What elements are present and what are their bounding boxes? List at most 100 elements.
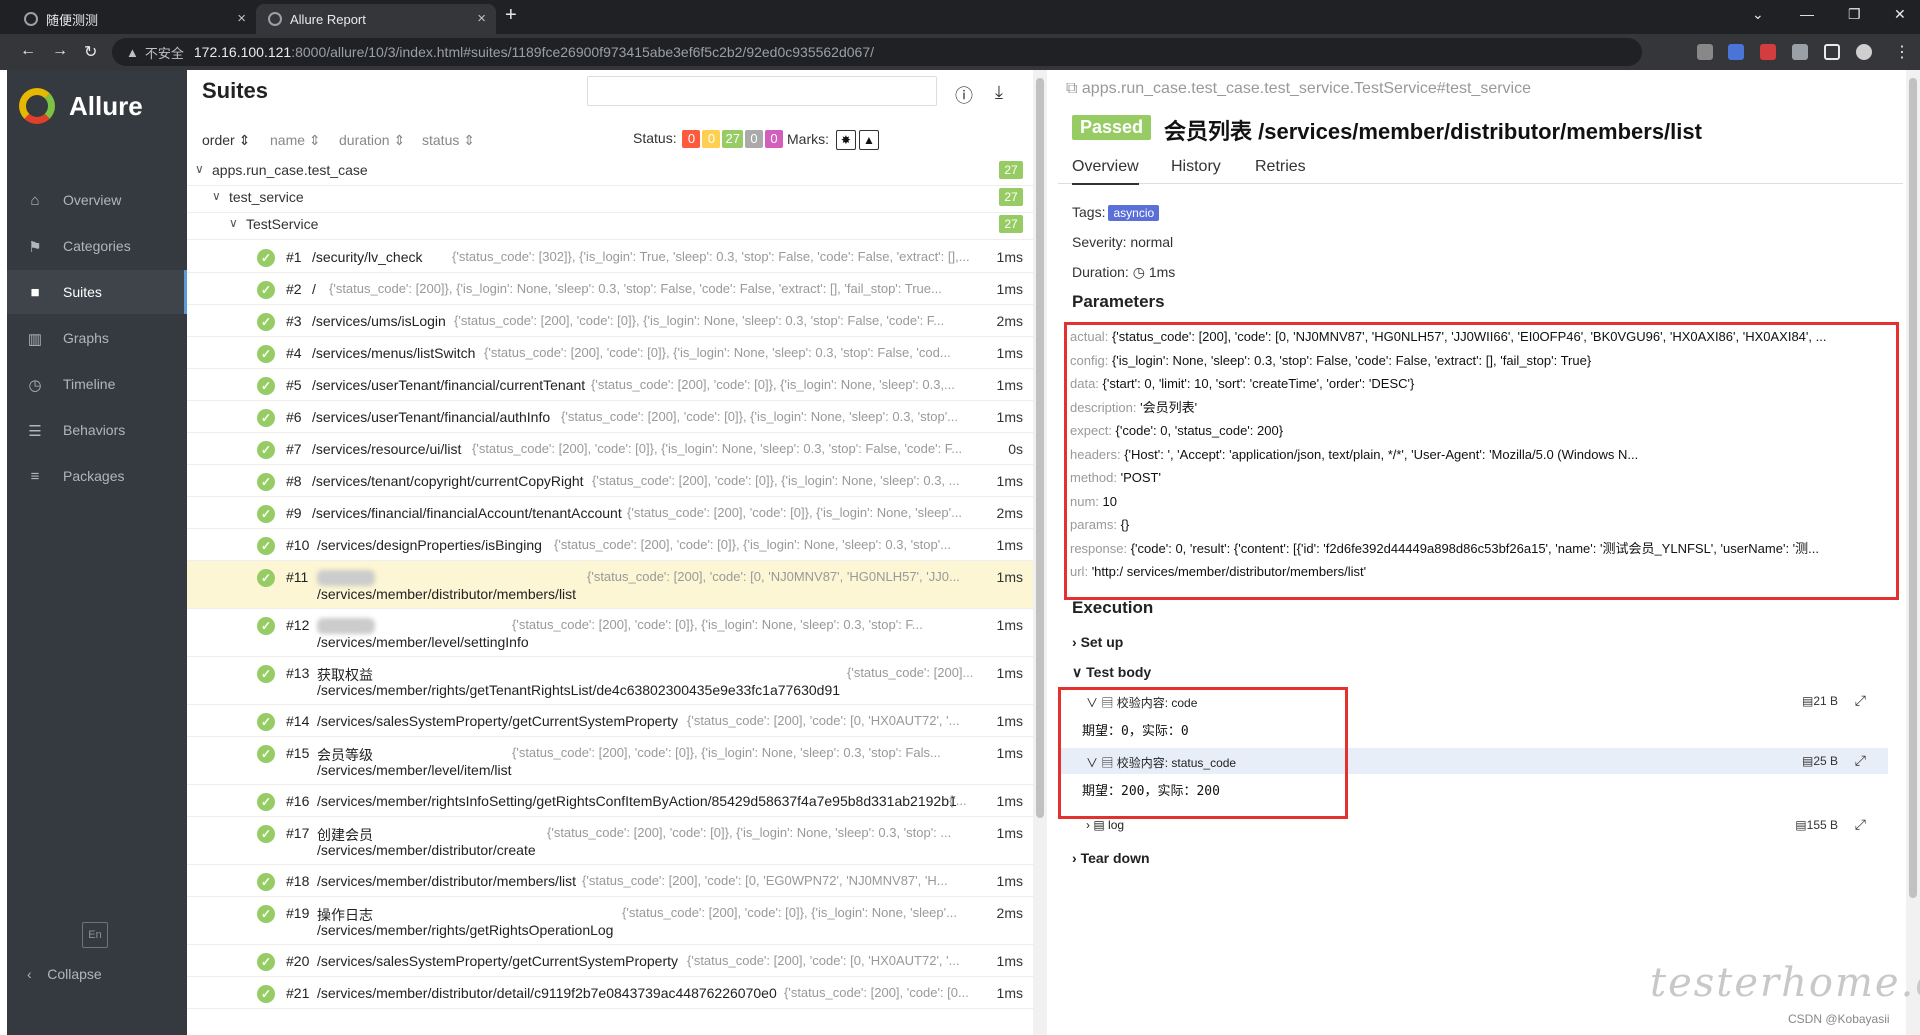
test-params: {'status_code': [200], 'code': [0]}, {'i…: [627, 505, 962, 520]
collapse-button[interactable]: ‹ Collapse: [27, 966, 102, 982]
tree-node[interactable]: ∨ TestService 27: [187, 208, 1040, 240]
test-row[interactable]: ✓ #16/services/member/rightsInfoSetting/g…: [187, 785, 1040, 817]
test-row[interactable]: ✓ #21/services/member/distributor/detail/…: [187, 977, 1040, 1009]
chevron-left-icon: ‹: [27, 966, 32, 982]
test-row[interactable]: ✓ #4/services/menus/listSwitch {'status_co…: [187, 337, 1040, 369]
test-params: {'status_code': [200]}, {'is_login': Non…: [329, 281, 942, 296]
browser-tab[interactable]: 随便测测 ×: [12, 4, 256, 34]
test-row[interactable]: ✓ #12/services/member/level/settingInfo {'…: [187, 609, 1040, 657]
test-row[interactable]: ✓ #7/services/resource/ui/list {'status_co…: [187, 433, 1040, 465]
tab-history[interactable]: History: [1171, 158, 1221, 176]
sort-label: status: [422, 132, 460, 148]
scrollbar-thumb[interactable]: [1909, 78, 1917, 898]
sidebar-item-packages[interactable]: ≡ Packages: [7, 454, 187, 498]
check-icon: ✓: [257, 873, 275, 891]
test-row[interactable]: ✓ #6/services/userTenant/financial/authIn…: [187, 401, 1040, 433]
file-size-icon: ▤: [1801, 754, 1814, 768]
test-row[interactable]: ✓ #1/security/lv_check {'status_code': [30…: [187, 241, 1040, 273]
tab-retries[interactable]: Retries: [1255, 158, 1306, 176]
tab-overview[interactable]: Overview: [1072, 158, 1139, 185]
test-duration: 1ms: [996, 825, 1023, 841]
flaky-mark-icon[interactable]: ✸: [835, 130, 856, 150]
sidebar-item-graphs[interactable]: ▥ Graphs: [7, 316, 187, 360]
scrollbar-thumb[interactable]: [1036, 78, 1044, 818]
test-row-selected[interactable]: ✓ #11/services/member/distributor/members…: [187, 561, 1040, 609]
new-failed-mark-icon[interactable]: ▲: [858, 130, 879, 150]
avatar[interactable]: [1856, 44, 1872, 60]
passed-count-toggle[interactable]: 27: [722, 130, 743, 148]
sidebar-item-timeline[interactable]: ◷ Timeline: [7, 362, 187, 406]
file-size-icon: ▤: [1801, 694, 1814, 708]
expand-icon[interactable]: ⤢: [1855, 752, 1866, 769]
back-icon[interactable]: ←: [20, 42, 36, 60]
insecure-label: 不安全: [144, 45, 184, 61]
maximize-icon[interactable]: ❐: [1848, 6, 1861, 23]
sidebar-item-overview[interactable]: ⌂ Overview: [7, 178, 187, 222]
test-row[interactable]: ✓ #19 操作日志/services/member/rights/getRight…: [187, 897, 1040, 945]
sort-name[interactable]: name ⇕: [270, 132, 321, 149]
tag-badge[interactable]: asyncio: [1108, 205, 1160, 221]
close-icon[interactable]: ×: [237, 10, 246, 27]
browser-tab-strip: 随便测测 × Allure Report × + ⌄ — ❐ ✕: [0, 0, 1920, 34]
new-tab-icon[interactable]: +: [505, 4, 517, 27]
broken-count-toggle[interactable]: 0: [702, 130, 721, 148]
test-row[interactable]: ✓ #10/services/designProperties/isBinging…: [187, 529, 1040, 561]
address-bar[interactable]: ▲ 不安全 172.16.100.121:8000/allure/10/3/in…: [112, 38, 1642, 66]
search-input[interactable]: [587, 76, 937, 106]
test-row[interactable]: ✓ #13 获取权益/services/member/rights/getTenan…: [187, 657, 1040, 705]
forward-icon[interactable]: →: [52, 42, 68, 60]
test-row[interactable]: ✓ #3/services/ums/isLogin {'status_code': …: [187, 305, 1040, 337]
test-row[interactable]: ✓ #9/services/financial/financialAccount/…: [187, 497, 1040, 529]
menu-icon[interactable]: ⋮: [1894, 42, 1910, 62]
scrollbar[interactable]: [1906, 70, 1920, 1035]
setup-step[interactable]: › Set up: [1072, 634, 1123, 650]
info-icon[interactable]: ⓘ: [953, 82, 975, 106]
test-row[interactable]: ✓ #5/services/userTenant/financial/curren…: [187, 369, 1040, 401]
duration-field: Duration: ◷ 1ms: [1072, 264, 1175, 281]
test-name: /services/resource/ui/list: [312, 441, 462, 457]
scrollbar[interactable]: [1033, 70, 1047, 1035]
test-body-step[interactable]: ∨ Test body: [1072, 664, 1151, 681]
test-row[interactable]: ✓ #14/services/salesSystemProperty/getCur…: [187, 705, 1040, 737]
expand-icon[interactable]: ⤢: [1855, 816, 1866, 833]
test-row[interactable]: ✓ #2 / {'status_code': [200]}, {'is_login':…: [187, 273, 1040, 305]
extension-icon[interactable]: [1760, 44, 1776, 60]
sidebar-item-suites[interactable]: ■ Suites: [7, 270, 187, 314]
test-row[interactable]: ✓ #20/services/salesSystemProperty/getCur…: [187, 945, 1040, 977]
tree-node-label: apps.run_case.test_case: [212, 162, 368, 178]
sort-duration[interactable]: duration ⇕: [339, 132, 405, 149]
sidebar-item-label: Graphs: [63, 330, 109, 346]
test-row[interactable]: ✓ #15 会员等级/services/member/level/item/list…: [187, 737, 1040, 785]
test-name: /services/salesSystemProperty/getCurrent…: [317, 953, 679, 969]
copy-icon[interactable]: ⧉: [1066, 80, 1077, 97]
browser-tab-active[interactable]: Allure Report ×: [256, 4, 496, 34]
unknown-count-toggle[interactable]: 0: [764, 130, 783, 148]
sidebar-item-categories[interactable]: ⚑ Categories: [7, 224, 187, 268]
tab-search-icon[interactable]: ⌄: [1752, 6, 1764, 23]
failed-count-toggle[interactable]: 0: [682, 130, 701, 148]
test-row[interactable]: ✓ #18/services/member/distributor/members…: [187, 865, 1040, 897]
test-row[interactable]: ✓ #8/services/tenant/copyright/currentCop…: [187, 465, 1040, 497]
sidebar-item-behaviors[interactable]: ☰ Behaviors: [7, 408, 187, 452]
check-icon: ✓: [257, 745, 275, 763]
sort-order[interactable]: order ⇕: [202, 132, 250, 149]
teardown-step[interactable]: › Tear down: [1072, 850, 1150, 866]
translate-icon[interactable]: [1728, 44, 1744, 60]
check-icon: ✓: [257, 409, 275, 427]
extension-icon[interactable]: [1697, 44, 1713, 60]
sort-status[interactable]: status ⇕: [422, 132, 475, 149]
language-switch[interactable]: En: [82, 922, 108, 948]
skipped-count-toggle[interactable]: 0: [744, 130, 763, 148]
brand[interactable]: Allure: [19, 88, 143, 124]
window-close-icon[interactable]: ✕: [1894, 6, 1906, 23]
test-name: /services/member/rightsInfoSetting/getRi…: [317, 793, 957, 809]
sidepanel-icon[interactable]: [1824, 44, 1840, 60]
test-row[interactable]: ✓ #17 创建会员/services/member/distributor/cre…: [187, 817, 1040, 865]
credit-text: CSDN @Kobayasii: [1788, 1012, 1890, 1026]
puzzle-icon[interactable]: [1792, 44, 1808, 60]
expand-icon[interactable]: ⤢: [1855, 692, 1866, 709]
close-icon[interactable]: ×: [477, 10, 486, 27]
download-icon[interactable]: ⤓: [988, 82, 1010, 104]
reload-icon[interactable]: ↻: [84, 42, 97, 62]
minimize-icon[interactable]: —: [1800, 6, 1814, 22]
